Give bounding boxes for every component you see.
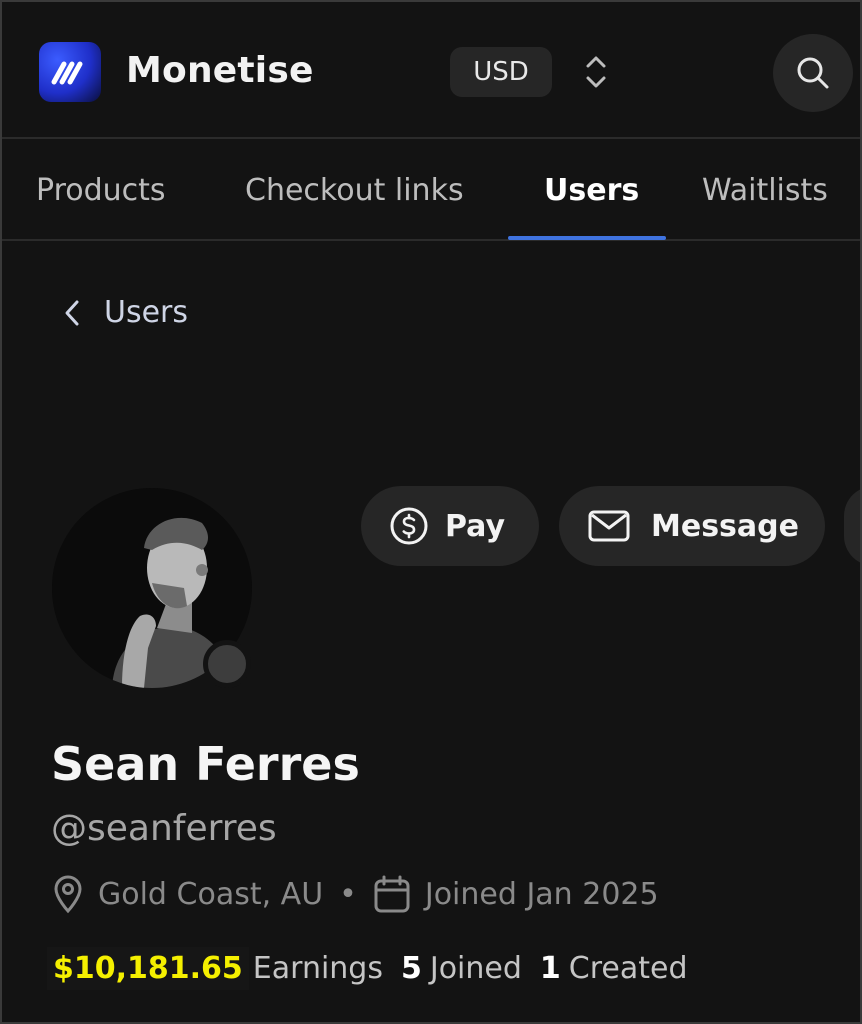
app-name: Monetise bbox=[126, 50, 314, 91]
created-count: 1 bbox=[539, 951, 561, 986]
meta-separator: • bbox=[339, 876, 357, 912]
active-tab-indicator bbox=[508, 236, 666, 240]
tab-bar: Products Checkout links Users Waitlists bbox=[2, 141, 860, 241]
joined-count: 5 bbox=[400, 951, 422, 986]
back-link[interactable]: Users bbox=[62, 295, 188, 330]
tab-users[interactable]: Users bbox=[544, 173, 639, 208]
chevron-left-icon bbox=[65, 300, 79, 325]
profile-joined-date: Joined Jan 2025 bbox=[424, 876, 659, 912]
earnings-label: Earnings bbox=[252, 951, 383, 986]
more-actions-button[interactable] bbox=[844, 486, 860, 566]
mail-icon bbox=[588, 510, 630, 542]
calendar-icon bbox=[374, 875, 410, 913]
location-pin-icon bbox=[54, 875, 82, 914]
profile-name: Sean Ferres bbox=[51, 737, 360, 791]
logo-glyph bbox=[51, 61, 83, 85]
search-button[interactable] bbox=[773, 34, 853, 112]
profile-handle: @seanferres bbox=[51, 808, 277, 849]
back-link-label: Users bbox=[104, 295, 189, 330]
joined-label: Joined bbox=[429, 951, 522, 986]
profile-location: Gold Coast, AU bbox=[98, 876, 324, 912]
message-button-label: Message bbox=[651, 508, 799, 544]
earnings-value: $10,181.65 bbox=[47, 947, 249, 990]
chevron-up-down-icon[interactable] bbox=[578, 48, 614, 96]
top-bar: Monetise USD bbox=[2, 2, 860, 139]
profile-meta: Gold Coast, AU • Joined Jan 2025 bbox=[52, 874, 659, 914]
pay-button[interactable]: Pay bbox=[361, 486, 539, 566]
app-frame: Monetise USD Products Checkout links Use… bbox=[0, 0, 862, 1024]
currency-selector[interactable]: USD bbox=[450, 47, 552, 97]
search-icon bbox=[797, 57, 829, 89]
created-label: Created bbox=[568, 951, 688, 986]
tab-checkout-links[interactable]: Checkout links bbox=[245, 173, 464, 208]
tab-waitlists[interactable]: Waitlists bbox=[702, 173, 828, 208]
presence-status-dot bbox=[203, 640, 251, 688]
tab-products[interactable]: Products bbox=[36, 173, 166, 208]
pay-button-label: Pay bbox=[445, 508, 506, 544]
monetise-logo-icon[interactable] bbox=[39, 42, 101, 102]
dollar-circle-icon bbox=[390, 507, 428, 545]
profile-stats: $10,181.65 Earnings 5 Joined 1 Created bbox=[47, 947, 688, 990]
message-button[interactable]: Message bbox=[559, 486, 825, 566]
